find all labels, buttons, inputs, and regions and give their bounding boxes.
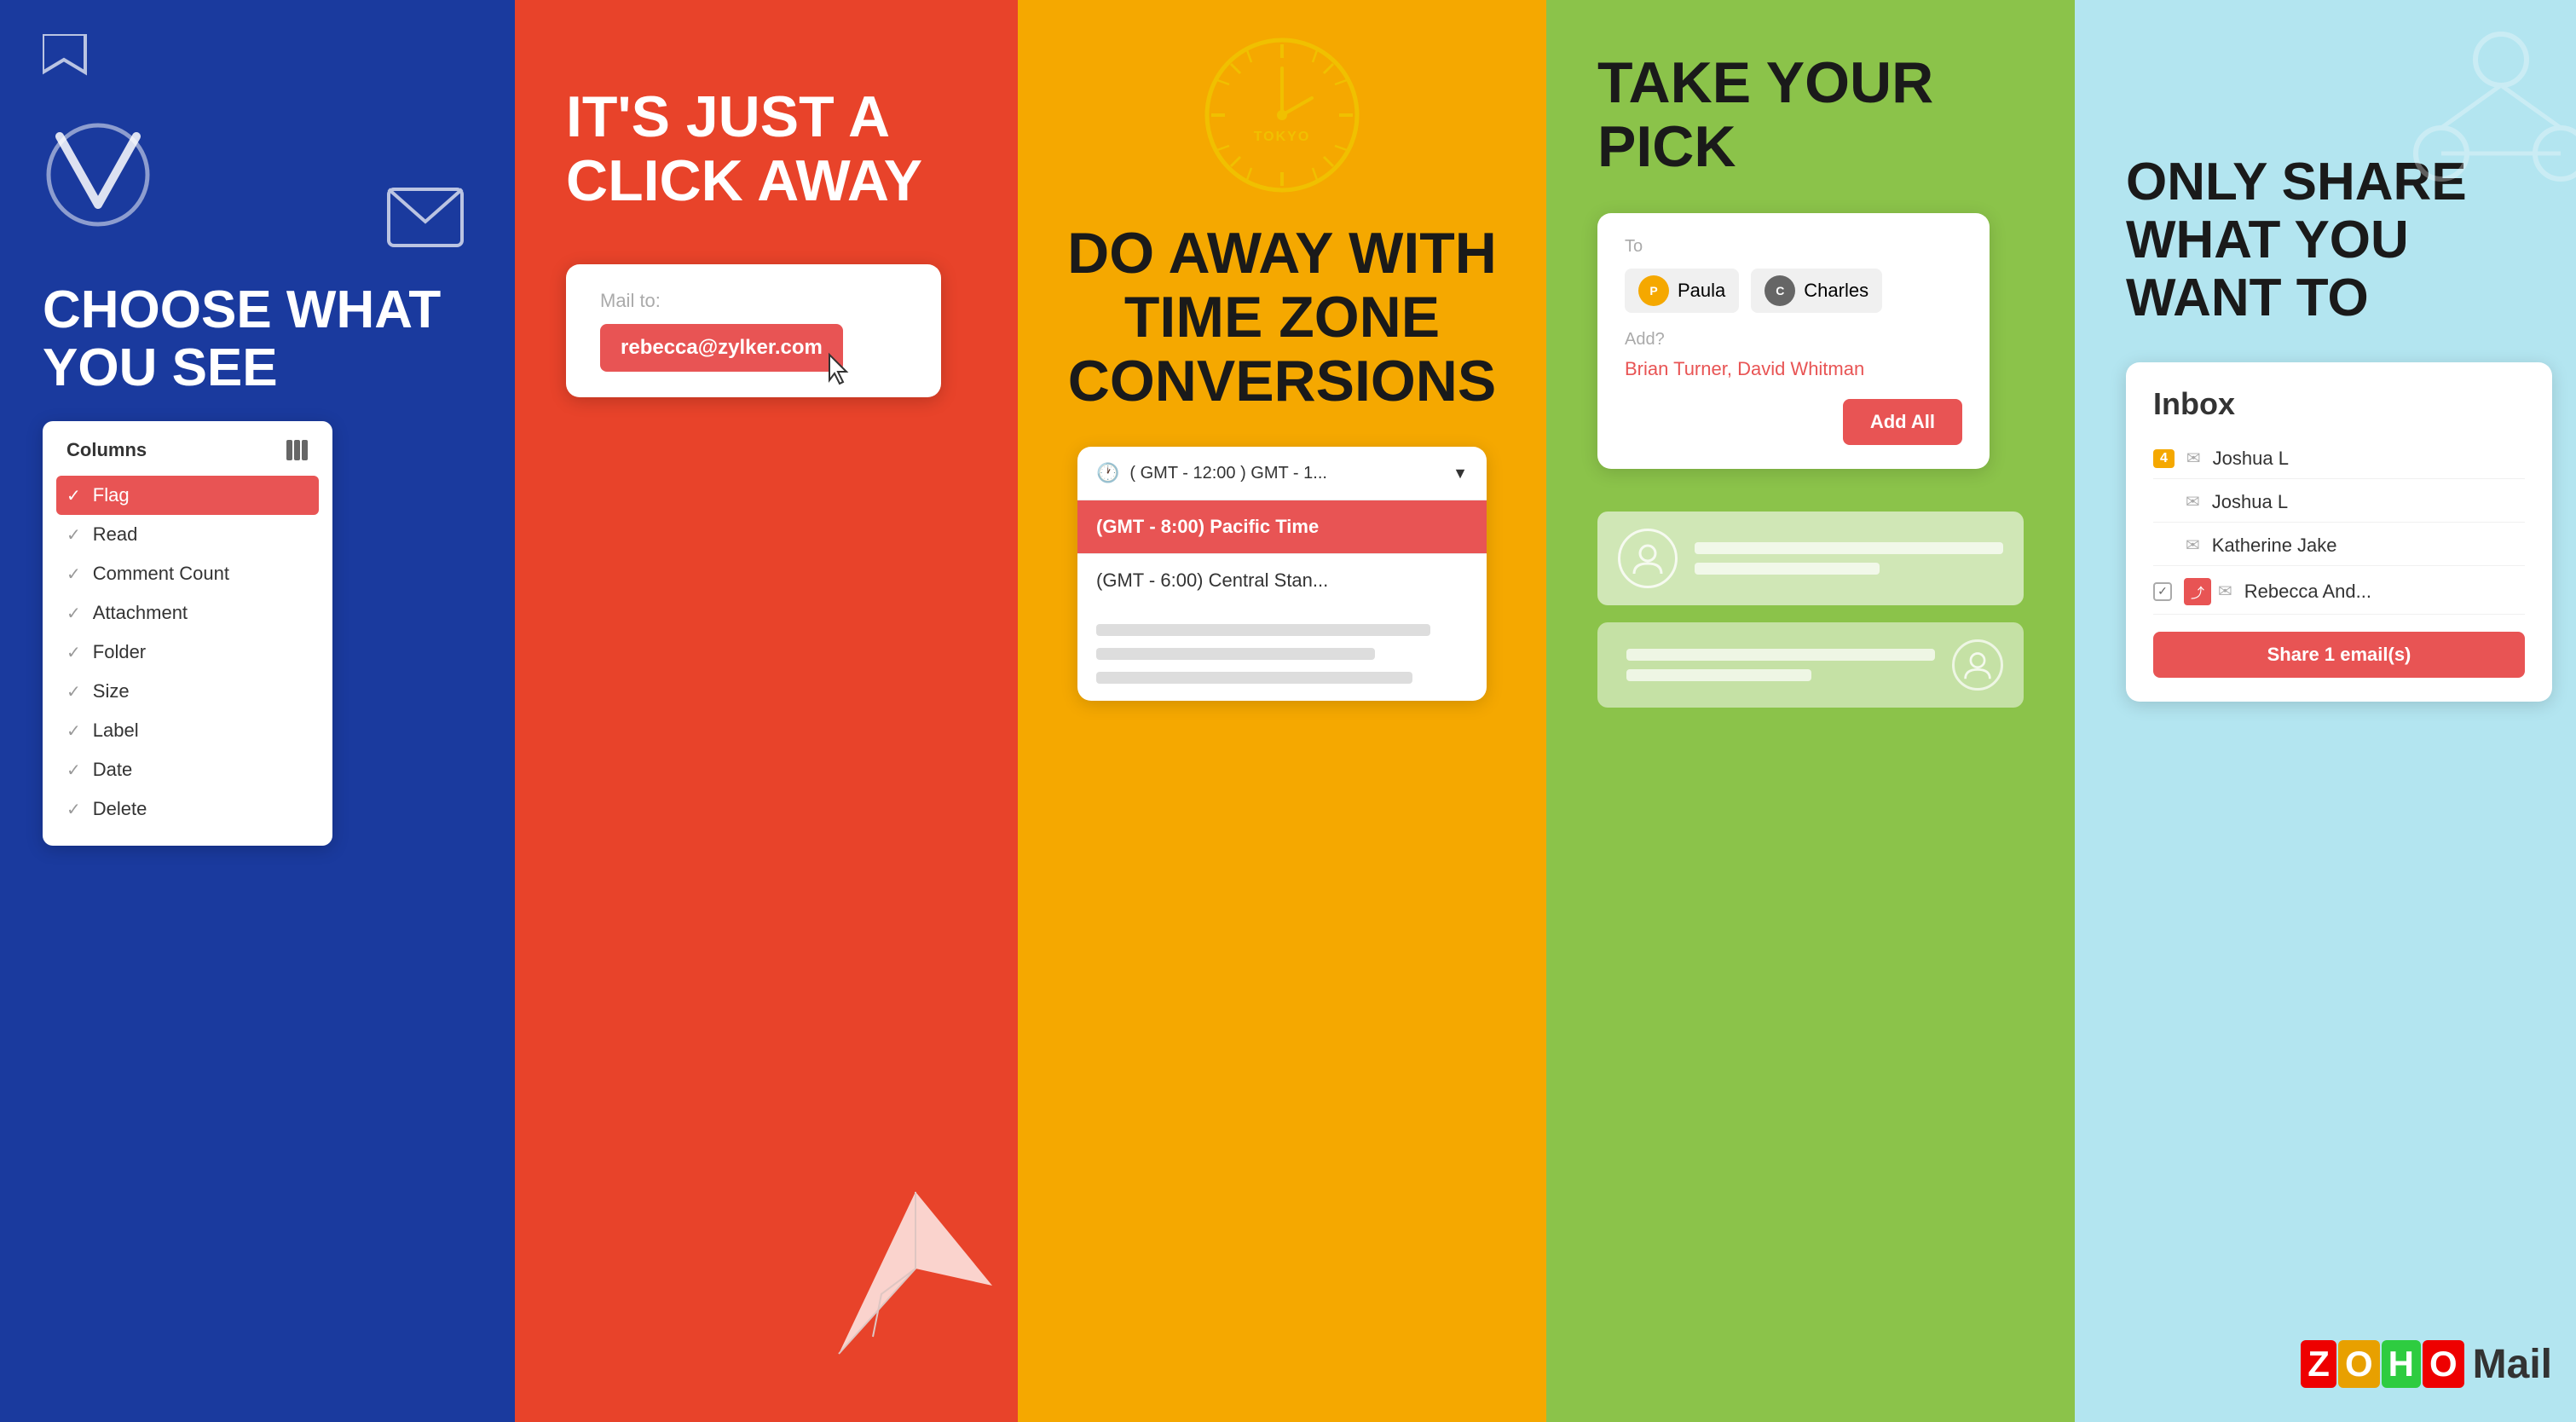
list-item-attachment[interactable]: ✓ Attachment [66,593,309,633]
timezone-option-pacific[interactable]: (GMT - 8:00) Pacific Time [1077,500,1487,553]
contact-card-1 [1597,512,2024,605]
zoho-z: Z [2301,1340,2336,1388]
zoho-h: H [2382,1340,2421,1388]
panel-timezone: TOKYO DO AWAY WITH TIME ZONE CONVERSIONS… [1018,0,1546,1422]
columns-card: Columns ✓ Flag ✓ Read ✓ Comment Count ✓ … [43,421,332,846]
clock-small-icon: 🕐 [1096,462,1119,484]
v-logo-icon [43,119,153,230]
line-2 [1695,563,1880,575]
inbox-row-2[interactable]: ✉ Joshua L [2153,483,2525,523]
list-item-label[interactable]: ✓ Label [66,711,309,750]
line-3 [1626,649,1935,661]
panel-share: ONLY SHARE WHAT YOU WANT TO Inbox 4 ✉ Jo… [2075,0,2576,1422]
unread-badge: 4 [2153,449,2175,468]
panel-click-away: IT'S JUST A CLICK AWAY Mail to: rebecca@… [515,0,1018,1422]
line-1 [1695,542,2003,554]
add-all-button[interactable]: Add All [1843,399,1962,445]
cursor-icon [824,351,855,389]
card-lines-1 [1695,542,2003,575]
recipients-list: P Paula C Charles [1625,269,1962,313]
envelope-icon-2: ✉ [2186,491,2200,512]
timezone-card: 🕐 ( GMT - 12:00 ) GMT - 1... ▼ (GMT - 8:… [1077,447,1487,701]
timezone-placeholder-lines [1077,607,1487,701]
add-label: Add? [1625,330,1962,350]
panel4-title: TAKE YOUR PICK [1597,51,2024,179]
inbox-row-4[interactable]: ✓ ⤴ ✉ Rebecca And... [2153,569,2525,615]
list-item-size[interactable]: ✓ Size [66,672,309,711]
zoho-logo: Z O H O [2301,1340,2463,1388]
mail-label-text: Mail [2473,1341,2552,1388]
list-item-folder[interactable]: ✓ Folder [66,633,309,672]
list-item-delete[interactable]: ✓ Delete [66,789,309,829]
zoho-o2: O [2423,1340,2464,1388]
clock-icon: TOKYO [1201,34,1363,196]
flag-icon [43,34,94,94]
to-label: To [1625,237,1962,257]
envelope-icon [387,188,464,247]
envelope-icon-4: ✉ [2218,581,2232,602]
list-item-date[interactable]: ✓ Date [66,750,309,789]
columns-icon [285,438,309,462]
panel-choose: CHOOSE WHAT YOU SEE Columns ✓ Flag ✓ Rea… [0,0,515,1422]
line-4 [1626,669,1811,681]
zoho-mail-logo: Z O H O Mail [2301,1340,2552,1388]
panel3-title: DO AWAY WITH TIME ZONE CONVERSIONS [1052,222,1512,413]
panel-take-your-pick: TAKE YOUR PICK To P Paula C Charles Add?… [1546,0,2075,1422]
email-badge: rebecca@zylker.com [600,324,843,372]
network-icon [2407,9,2576,196]
inbox-card: Inbox 4 ✉ Joshua L ✉ Joshua L ✉ Katherin… [2126,362,2552,702]
recipient-paula[interactable]: P Paula [1625,269,1739,313]
paula-avatar: P [1638,275,1669,306]
share-badge-icon: ⤴ [2184,578,2211,605]
inbox-row-1[interactable]: 4 ✉ Joshua L [2153,439,2525,479]
paper-plane-icon [830,1183,1001,1371]
envelope-icon-1: ✉ [2186,448,2201,469]
dropdown-arrow-icon: ▼ [1453,465,1468,483]
mail-to-card: Mail to: rebecca@zylker.com [566,264,941,397]
person-icon-2 [1952,639,2003,691]
panel1-title: CHOOSE WHAT YOU SEE [43,281,472,397]
list-item-comment-count[interactable]: ✓ Comment Count [66,554,309,593]
person-icon-1 [1618,529,1678,588]
mail-to-label: Mail to: [600,290,907,312]
recipients-card: To P Paula C Charles Add? Brian Turner, … [1597,213,1990,469]
timezone-option-central[interactable]: (GMT - 6:00) Central Stan... [1077,553,1487,607]
checkbox-4[interactable]: ✓ [2153,582,2172,601]
timezone-dropdown[interactable]: 🕐 ( GMT - 12:00 ) GMT - 1... ▼ [1077,447,1487,500]
panel2-title: IT'S JUST A CLICK AWAY [566,85,967,213]
share-email-button[interactable]: Share 1 email(s) [2153,632,2525,678]
suggestions-text: Brian Turner, David Whitman [1625,358,1962,380]
contact-card-2 [1597,622,2024,708]
svg-text:TOKYO: TOKYO [1254,130,1311,144]
envelope-icon-3: ✉ [2186,535,2200,556]
list-item-flag[interactable]: ✓ Flag [56,476,319,515]
inbox-title: Inbox [2153,386,2525,422]
zoho-o1: O [2338,1340,2380,1388]
card-lines-2 [1626,649,1935,681]
card-title: Columns [66,439,147,461]
list-item-read[interactable]: ✓ Read [66,515,309,554]
charles-avatar: C [1765,275,1795,306]
inbox-row-3[interactable]: ✉ Katherine Jake [2153,526,2525,566]
recipient-charles[interactable]: C Charles [1751,269,1882,313]
panel4-decorative [1597,512,2024,708]
inbox-list: 4 ✉ Joshua L ✉ Joshua L ✉ Katherine Jake… [2153,439,2525,615]
